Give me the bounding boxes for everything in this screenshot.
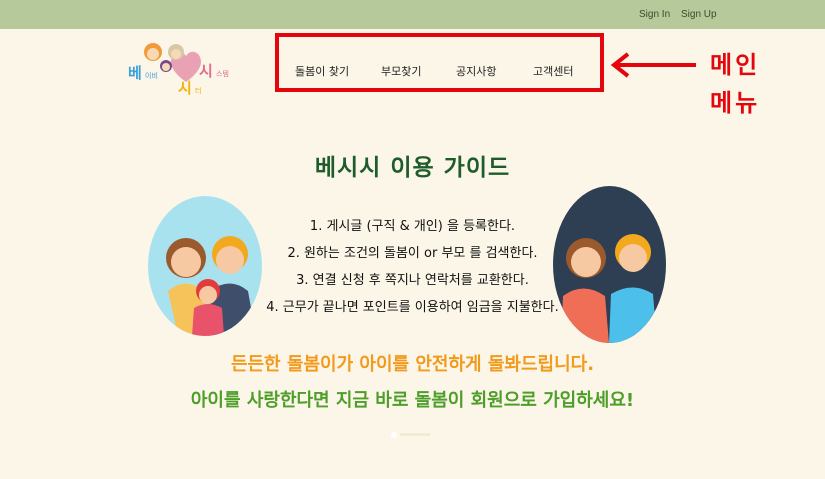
slider-dot[interactable]: [391, 432, 397, 438]
menu-item-notices[interactable]: 공지사항: [456, 63, 496, 79]
menu-item-find-parents[interactable]: 부모찾기: [381, 63, 421, 79]
svg-text:시: 시: [178, 79, 192, 97]
svg-text:베: 베: [128, 64, 142, 82]
slider-dot-track: [400, 433, 430, 436]
svg-text:스템: 스템: [216, 70, 229, 78]
family-heart-logo-icon: 베 이비 시 스템 시 터: [128, 43, 229, 97]
guide-steps: 1. 게시글 (구직 & 개인) 을 등록한다. 2. 원하는 조건의 돌봄이 …: [260, 213, 565, 321]
guide-title: 베시시 이용 가이드: [314, 155, 511, 181]
guide-step-3: 3. 연결 신청 후 쪽지나 연락처를 교환한다.: [296, 273, 529, 288]
couple-illustration: [553, 186, 666, 343]
promo-line-1: 든든한 돌봄이가 아이를 안전하게 돌봐드립니다.: [230, 354, 595, 375]
svg-text:시: 시: [199, 62, 213, 80]
guide-step-4: 4. 근무가 끝나면 포인트를 이용하여 임금을 지불한다.: [266, 300, 559, 315]
svg-text:이비: 이비: [145, 71, 158, 80]
guide-step-1: 1. 게시글 (구직 & 개인) 을 등록한다.: [309, 219, 516, 234]
logo[interactable]: 베 이비 시 스템 시 터: [126, 40, 246, 100]
promo-line-2: 아이를 사랑한다면 지금 바로 돌봄이 회원으로 가입하세요!: [190, 390, 635, 411]
menu-item-find-caregiver[interactable]: 돌봄이 찾기: [295, 63, 349, 79]
top-bar: Sign In Sign Up: [0, 0, 825, 29]
family-illustration: [148, 196, 262, 336]
guide-step-2: 2. 원하는 조건의 돌봄이 or 부모 를 검색한다.: [287, 246, 538, 261]
sign-in-link[interactable]: Sign In: [639, 9, 670, 20]
annotation-label-line1: 메인: [710, 51, 761, 79]
sign-up-link[interactable]: Sign Up: [681, 9, 717, 20]
svg-text:터: 터: [195, 86, 201, 95]
left-arrow-icon: [610, 52, 696, 78]
annotation-label-line2: 메뉴: [710, 89, 761, 117]
menu-item-customer-center[interactable]: 고객센터: [533, 63, 573, 79]
